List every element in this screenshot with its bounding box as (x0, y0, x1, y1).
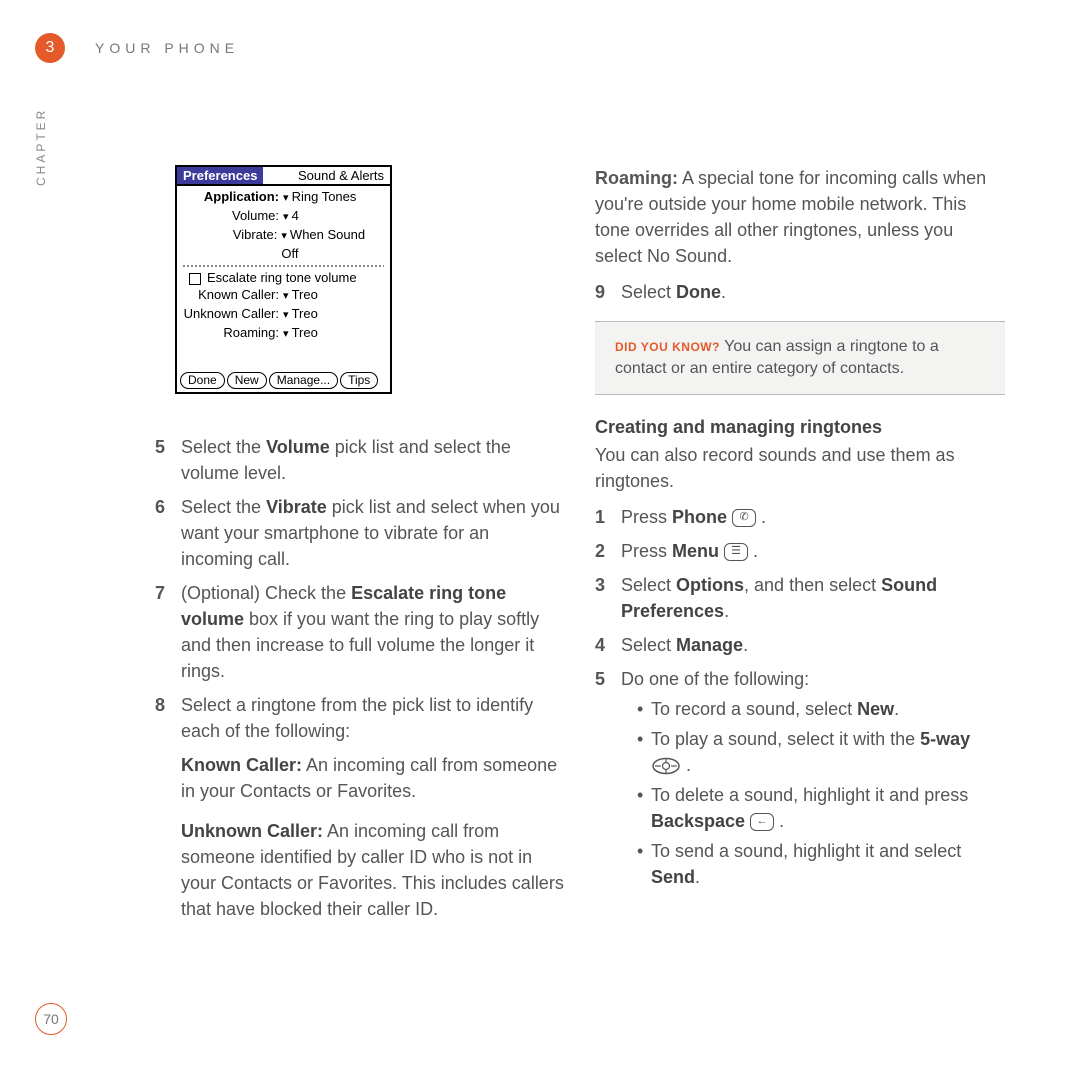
label: Known Caller: (183, 286, 283, 305)
step-3: 3 Select Options, and then select Sound … (595, 572, 1005, 624)
pref-row-roaming: Roaming: Treo (183, 324, 384, 343)
value: Ring Tones (283, 188, 356, 207)
right-column: Roaming: A special tone for incoming cal… (595, 165, 1005, 944)
step-text: Press Phone ✆ . (621, 504, 1005, 530)
step-6: 6 Select the Vibrate pick list and selec… (155, 494, 565, 572)
right-steps: 1 Press Phone ✆ . 2 Press Menu ☰ . 3 Sel… (595, 504, 1005, 894)
page-columns: Preferences Sound & Alerts Application: … (155, 165, 1005, 944)
step-text: Select the Vibrate pick list and select … (181, 494, 565, 572)
page-number: 70 (35, 1003, 67, 1035)
label: Application: (183, 188, 283, 207)
step-2: 2 Press Menu ☰ . (595, 538, 1005, 564)
step-9: 9 Select Done. (595, 279, 1005, 305)
step-text: (Optional) Check the Escalate ring tone … (181, 580, 565, 684)
pref-body: Application: Ring Tones Volume: 4 Vibrat… (177, 186, 390, 369)
sub-bullets: To record a sound, select New. To play a… (621, 696, 1005, 890)
step-text: Select Done. (621, 279, 1005, 305)
step-text: Press Menu ☰ . (621, 538, 1005, 564)
step-8: 8 Select a ringtone from the pick list t… (155, 692, 565, 936)
intro-text: You can also record sounds and use them … (595, 442, 1005, 494)
label: Vibrate: (183, 226, 281, 263)
value: When Sound Off (281, 226, 384, 263)
pref-escalate-checkbox: Escalate ring tone volume (183, 269, 384, 286)
pref-category: Sound & Alerts (263, 167, 390, 184)
step-7: 7 (Optional) Check the Escalate ring ton… (155, 580, 565, 684)
pref-btn-manage: Manage... (269, 372, 338, 389)
bullet-send: To send a sound, highlight it and select… (637, 838, 1005, 890)
phone-icon: ✆ (732, 509, 756, 527)
step-text: Select Manage. (621, 632, 1005, 658)
pref-btn-done: Done (180, 372, 225, 389)
step-text: Select Options, and then select Sound Pr… (621, 572, 1005, 624)
step-5b: 5 Do one of the following: To record a s… (595, 666, 1005, 894)
known-caller-def: Known Caller: An incoming call from some… (181, 752, 565, 804)
did-you-know-callout: DID YOU KNOW? You can assign a ringtone … (595, 321, 1005, 395)
pref-title: Preferences (177, 167, 263, 184)
step-9-list: 9 Select Done. (595, 279, 1005, 305)
step-number: 5 (595, 666, 621, 894)
step-5: 5 Select the Volume pick list and select… (155, 434, 565, 486)
step-1: 1 Press Phone ✆ . (595, 504, 1005, 530)
step-text: Select the Volume pick list and select t… (181, 434, 565, 486)
pref-btn-tips: Tips (340, 372, 378, 389)
step-number: 1 (595, 504, 621, 530)
value: Treo (283, 305, 318, 324)
step-number: 8 (155, 692, 181, 936)
pref-header: Preferences Sound & Alerts (177, 167, 390, 186)
step-number: 3 (595, 572, 621, 624)
left-steps: 5 Select the Volume pick list and select… (155, 434, 565, 936)
step-number: 4 (595, 632, 621, 658)
pref-row-volume: Volume: 4 (183, 207, 384, 226)
subheading: Creating and managing ringtones (595, 417, 1005, 438)
pref-row-application: Application: Ring Tones (183, 188, 384, 207)
menu-icon: ☰ (724, 543, 748, 561)
step-4: 4 Select Manage. (595, 632, 1005, 658)
value: Treo (283, 286, 318, 305)
pref-row-vibrate: Vibrate: When Sound Off (183, 226, 384, 263)
label: Unknown Caller: (183, 305, 283, 324)
backspace-icon: ← (750, 813, 774, 831)
step-text: Select a ringtone from the pick list to … (181, 692, 565, 936)
step-number: 9 (595, 279, 621, 305)
pref-btn-new: New (227, 372, 267, 389)
value: 4 (283, 207, 299, 226)
step-number: 7 (155, 580, 181, 684)
chapter-badge: 3 (35, 33, 65, 63)
pref-row-known: Known Caller: Treo (183, 286, 384, 305)
label: Volume: (183, 207, 283, 226)
bullet-delete: To delete a sound, highlight it and pres… (637, 782, 1005, 834)
preferences-screenshot: Preferences Sound & Alerts Application: … (175, 165, 392, 394)
step-number: 6 (155, 494, 181, 572)
value: Treo (283, 324, 318, 343)
unknown-caller-def: Unknown Caller: An incoming call from so… (181, 818, 565, 922)
section-title: YOUR PHONE (95, 40, 239, 56)
bullet-play: To play a sound, select it with the 5-wa… (637, 726, 1005, 778)
separator (183, 265, 384, 267)
bullet-record: To record a sound, select New. (637, 696, 1005, 722)
five-way-icon (651, 757, 681, 775)
left-column: Preferences Sound & Alerts Application: … (155, 165, 565, 944)
label: Roaming: (183, 324, 283, 343)
pref-row-unknown: Unknown Caller: Treo (183, 305, 384, 324)
step-number: 5 (155, 434, 181, 486)
step-number: 2 (595, 538, 621, 564)
roaming-def: Roaming: A special tone for incoming cal… (595, 165, 1005, 269)
chapter-number: 3 (46, 39, 55, 57)
step-text: Do one of the following: To record a sou… (621, 666, 1005, 894)
callout-lead: DID YOU KNOW? (615, 340, 720, 354)
chapter-label: CHAPTER (34, 108, 48, 186)
pref-buttons: Done New Manage... Tips (177, 369, 390, 392)
